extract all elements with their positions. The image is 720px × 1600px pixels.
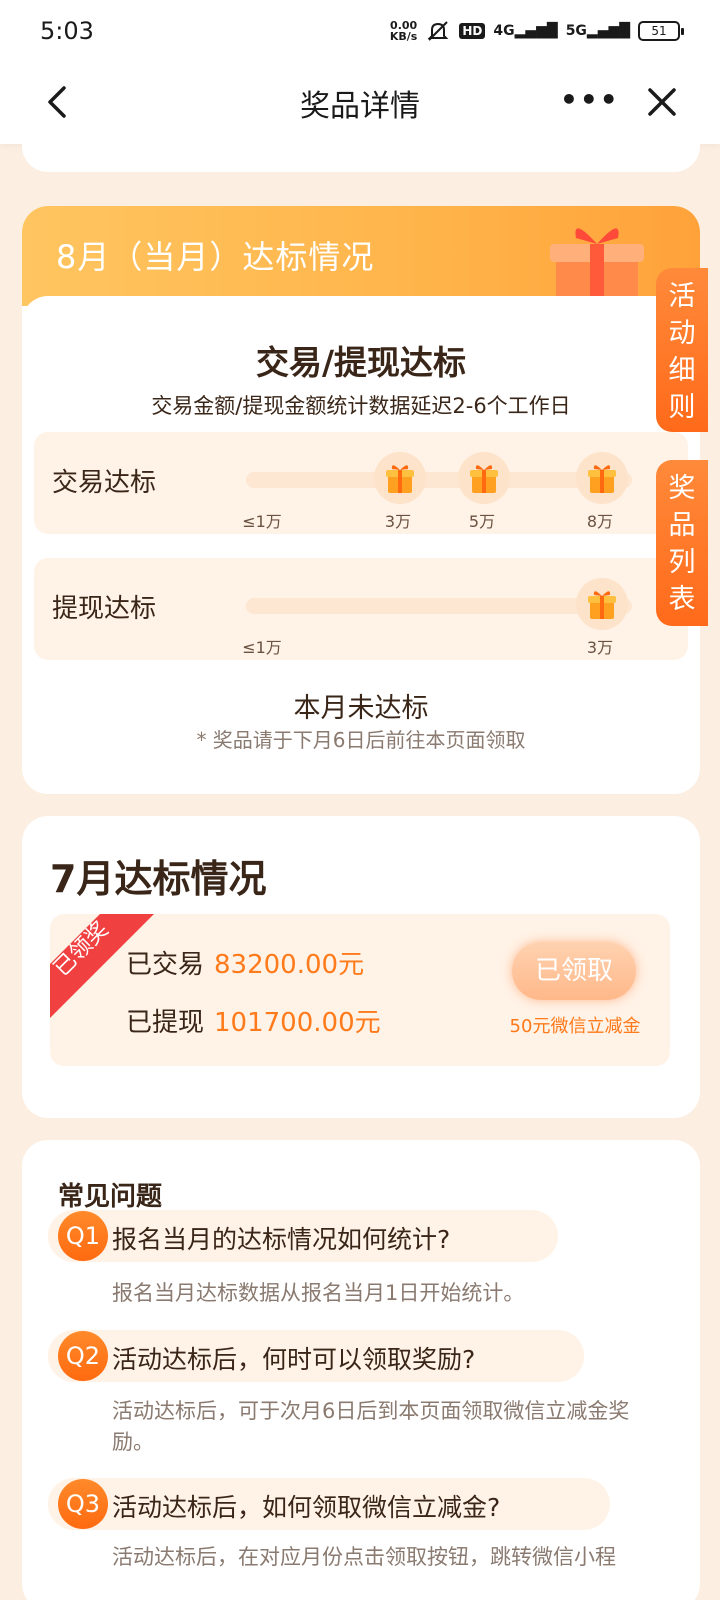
reward-label: 50元微信立减金 — [509, 1016, 641, 1037]
claimed-button[interactable]: 已领取 — [512, 942, 636, 1000]
withdraw-progress-track — [246, 598, 632, 614]
current-month-header: 8月（当月）达标情况 — [22, 206, 700, 306]
gift-box-icon — [550, 228, 644, 306]
current-month-body: 交易/提现达标 交易金额/提现金额统计数据延迟2-6个工作日 交易达标 ≤1万 … — [22, 296, 700, 794]
tick-label: 8万 — [586, 512, 614, 531]
status-icons: 0.00 KB/s HD 4G▂▄▆█ 5G▂▄▆█ 51 — [389, 19, 684, 43]
claim-note: * 奖品请于下月6日后前往本页面领取 — [196, 728, 526, 752]
battery-icon: 51 — [638, 21, 684, 41]
faq-badge: Q2 — [58, 1331, 108, 1381]
section-title: 交易/提现达标 — [255, 343, 467, 382]
current-month-card: 8月（当月）达标情况 交易/提现达标 交易金额/提现金额统计数据延迟2-6个工作… — [22, 206, 700, 794]
previous-month-card: 7月达标情况 已领奖 已交易 83200.00元 已提现 101700.00元 已领… — [22, 816, 700, 1118]
tick-label: ≤1万 — [242, 638, 282, 657]
status-time: 5:03 — [40, 17, 94, 45]
traded-line: 已交易 83200.00元 — [126, 944, 364, 981]
gift-icon — [374, 452, 426, 504]
tick-label: 3万 — [586, 638, 614, 657]
tick-label: 3万 — [384, 512, 412, 531]
signal-5g-icon: 5G▂▄▆█ — [565, 23, 630, 39]
activity-rules-tab[interactable]: 活动细则 — [656, 268, 708, 432]
gift-icon — [458, 452, 510, 504]
activity-rules-label: 活动细则 — [668, 281, 696, 423]
previous-card-bottom — [22, 120, 700, 172]
status-bar: 5:03 0.00 KB/s HD 4G▂▄▆█ 5G▂▄▆█ 51 — [0, 0, 720, 62]
faq-card: 常见问题 Q1 报名当月的达标情况如何统计? 报名当月达标数据从报名当月1日开始… — [22, 1140, 700, 1600]
withdrawn-label: 已提现 — [126, 1008, 205, 1038]
faq-badge: Q3 — [58, 1479, 108, 1529]
signal-4g-icon: 4G▂▄▆█ — [493, 23, 558, 39]
back-arrow-icon[interactable] — [40, 82, 80, 122]
previous-month-title: 7月达标情况 — [50, 857, 267, 901]
hd-icon: HD — [459, 23, 486, 39]
close-icon[interactable] — [642, 82, 682, 122]
trade-progress-row: 交易达标 ≤1万 3万 5万 8万 — [34, 432, 688, 534]
gift-icon — [576, 578, 628, 630]
mute-bell-icon — [427, 21, 449, 41]
traded-label: 已交易 — [126, 950, 205, 980]
withdraw-progress-row: 提现达标 ≤1万 3万 — [34, 558, 688, 660]
faq-question: 报名当月的达标情况如何统计? — [112, 1225, 451, 1254]
faq-question: 活动达标后，何时可以领取奖励? — [112, 1345, 476, 1374]
faq-answer: 活动达标后，在对应月份点击领取按钮，跳转微信小程 — [112, 1545, 616, 1569]
faq-answer: 报名当月达标数据从报名当月1日开始统计。 — [112, 1281, 525, 1305]
faq-question: 活动达标后，如何领取微信立减金? — [112, 1493, 501, 1522]
withdrawn-amount: 101700.00元 — [214, 1008, 381, 1038]
tick-label: 5万 — [468, 512, 496, 531]
faq-title: 常见问题 — [58, 1182, 163, 1212]
gift-icon — [576, 452, 628, 504]
more-icon[interactable]: ••• — [560, 86, 618, 114]
trade-progress-track — [246, 472, 632, 488]
faq-badge: Q1 — [58, 1211, 108, 1261]
faq-answer: 活动达标后，可于次月6日后到本页面领取微信立减金奖励。 — [112, 1399, 630, 1454]
tick-label: ≤1万 — [242, 512, 282, 531]
traded-amount: 83200.00元 — [214, 950, 365, 980]
page-title: 奖品详情 — [300, 89, 420, 124]
withdrawn-line: 已提现 101700.00元 — [126, 1002, 381, 1039]
section-subtitle: 交易金额/提现金额统计数据延迟2-6个工作日 — [151, 394, 571, 418]
prize-list-tab[interactable]: 奖品列表 — [656, 460, 708, 626]
current-month-title: 8月（当月）达标情况 — [56, 238, 375, 276]
month-status: 本月未达标 — [293, 693, 429, 724]
trade-label: 交易达标 — [52, 468, 157, 498]
previous-month-summary: 已领奖 已交易 83200.00元 已提现 101700.00元 已领取 50元微信… — [50, 914, 670, 1066]
net-speed: 0.00 KB/s — [389, 19, 418, 43]
withdraw-label: 提现达标 — [52, 594, 157, 624]
prize-list-label: 奖品列表 — [668, 473, 696, 615]
